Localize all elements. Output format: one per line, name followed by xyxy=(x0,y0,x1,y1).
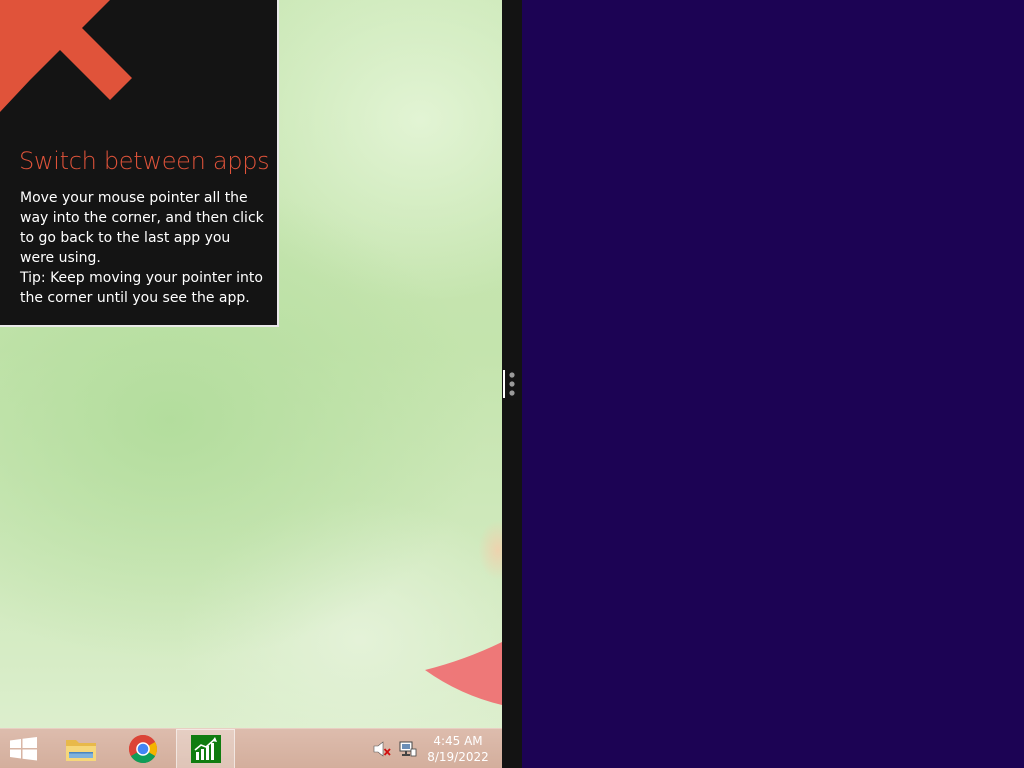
finance-app-taskbar-button[interactable] xyxy=(176,729,235,768)
network-icon[interactable] xyxy=(397,739,417,759)
speaker-muted-icon[interactable] xyxy=(372,740,392,758)
snap-divider-line xyxy=(503,370,505,398)
wallpaper-petal xyxy=(425,642,502,705)
start-button[interactable] xyxy=(0,729,48,768)
stock-chart-icon xyxy=(190,735,221,763)
file-explorer-taskbar-button[interactable] xyxy=(56,729,106,768)
clock[interactable]: 4:45 AM 8/19/2022 xyxy=(420,733,496,765)
screen: Switch between apps Move your mouse poin… xyxy=(0,0,1024,768)
tip-body-instruction: Move your mouse pointer all the way into… xyxy=(20,190,264,266)
chrome-icon xyxy=(129,735,157,763)
clock-date: 8/19/2022 xyxy=(427,750,489,764)
folder-icon xyxy=(66,740,96,761)
tip-title: Switch between apps xyxy=(19,147,270,175)
desktop-pane[interactable]: Switch between apps Move your mouse poin… xyxy=(0,0,502,768)
arrow-up-left-icon xyxy=(0,0,132,112)
tip-body: Move your mouse pointer all the way into… xyxy=(20,188,265,308)
wallpaper-petal-accent xyxy=(478,520,502,580)
switch-apps-tip: Switch between apps Move your mouse poin… xyxy=(0,0,279,327)
app-pane-right[interactable] xyxy=(522,0,1024,768)
clock-time: 4:45 AM xyxy=(433,734,483,748)
chrome-taskbar-button[interactable] xyxy=(118,729,168,768)
tip-body-hint: Tip: Keep moving your pointer into the c… xyxy=(20,270,263,306)
windows-logo-icon xyxy=(10,737,37,761)
drag-handle-icon[interactable] xyxy=(508,370,516,398)
